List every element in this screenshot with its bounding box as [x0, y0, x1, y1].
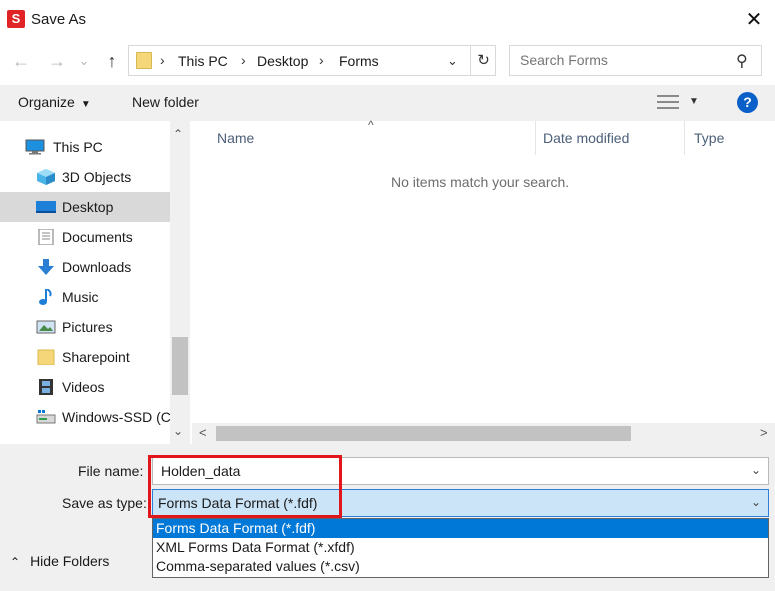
view-options-icon[interactable]	[657, 93, 681, 111]
forward-arrow-icon[interactable]: →	[44, 48, 70, 74]
title-bar: S Save As ✕	[0, 0, 775, 40]
chevron-up-icon: ⌃	[10, 555, 21, 569]
file-name-label: File name:	[78, 463, 144, 479]
cube-icon	[37, 169, 55, 185]
computer-icon	[25, 139, 45, 155]
folder-icon	[136, 52, 152, 69]
refresh-icon[interactable]: ↻	[470, 46, 496, 75]
horizontal-scrollbar[interactable]: < >	[192, 423, 775, 444]
scroll-left-icon[interactable]: <	[199, 425, 207, 440]
sidebar-item-label: Desktop	[62, 199, 114, 215]
folder-icon	[37, 349, 55, 365]
chevron-down-icon[interactable]: ⌄	[751, 463, 761, 477]
dropdown-option-fdf[interactable]: Forms Data Format (*.fdf)	[153, 519, 768, 538]
sidebar-item-windows-ssd[interactable]: Windows-SSD (C	[0, 402, 171, 432]
sidebar-item-music[interactable]: Music	[0, 282, 170, 312]
breadcrumb-this-pc[interactable]: This PC	[178, 53, 228, 69]
chevron-down-icon[interactable]: ⌄	[751, 495, 761, 509]
up-arrow-icon[interactable]: ↑	[99, 48, 125, 74]
sidebar-item-label: This PC	[53, 139, 103, 155]
breadcrumb-separator: ›	[160, 52, 165, 68]
pictures-icon	[36, 320, 56, 334]
save-as-type-dropdown-list: Forms Data Format (*.fdf) XML Forms Data…	[152, 518, 769, 578]
hide-folders-button[interactable]: ⌃ Hide Folders	[10, 553, 109, 569]
scrollbar-thumb[interactable]	[172, 337, 188, 395]
empty-folder-message: No items match your search.	[391, 174, 570, 190]
column-header-name[interactable]: Name	[217, 130, 254, 146]
save-form-area: File name: ⌄ Save as type: Forms Data Fo…	[0, 444, 775, 591]
save-as-dialog: S Save As ✕ ← → ⌄ ↑ › This PC › Desktop …	[0, 0, 775, 591]
desktop-icon	[36, 201, 56, 213]
save-as-type-label: Save as type:	[62, 495, 147, 511]
search-box[interactable]: ⚲	[509, 45, 762, 76]
new-folder-button[interactable]: New folder	[132, 94, 199, 110]
highlight-annotation-box	[148, 455, 342, 518]
caret-down-icon: ▼	[80, 99, 91, 110]
document-icon	[38, 229, 54, 245]
breadcrumb-separator: ›	[241, 52, 246, 68]
recent-locations-icon[interactable]: ⌄	[74, 48, 94, 74]
help-icon[interactable]: ?	[737, 92, 758, 113]
column-divider[interactable]	[684, 121, 685, 155]
breadcrumb-separator: ›	[319, 52, 324, 68]
sidebar-item-documents[interactable]: Documents	[0, 222, 170, 252]
command-toolbar: Organize ▼ New folder ▼ ?	[0, 85, 775, 121]
scroll-down-icon[interactable]: ⌄	[173, 424, 183, 438]
sidebar-item-label: Sharepoint	[62, 349, 130, 365]
music-icon	[39, 289, 52, 305]
navigation-pane: This PC 3D Objects Desktop Documents Dow…	[0, 121, 190, 444]
sort-ascending-icon: ^	[368, 118, 374, 132]
sidebar-item-this-pc[interactable]: This PC	[0, 132, 170, 162]
organize-button[interactable]: Organize ▼	[18, 94, 91, 110]
view-caret-icon[interactable]: ▼	[689, 96, 699, 107]
address-bar[interactable]: › This PC › Desktop › Forms ⌄ ↻	[128, 45, 496, 76]
sidebar-scrollbar[interactable]: ⌃ ⌄	[170, 121, 190, 444]
scroll-up-icon[interactable]: ⌃	[173, 127, 183, 141]
app-logo-icon: S	[7, 10, 25, 28]
close-icon[interactable]: ✕	[740, 6, 768, 34]
back-arrow-icon[interactable]: ←	[8, 48, 34, 74]
dropdown-option-xfdf[interactable]: XML Forms Data Format (*.xfdf)	[153, 538, 768, 557]
column-header-type[interactable]: Type	[694, 130, 724, 146]
scrollbar-thumb[interactable]	[216, 426, 631, 441]
sidebar-item-label: Windows-SSD (C	[62, 409, 171, 425]
column-divider[interactable]	[535, 121, 536, 155]
download-icon	[38, 259, 54, 275]
sidebar-item-videos[interactable]: Videos	[0, 372, 170, 402]
breadcrumb-forms[interactable]: Forms	[339, 53, 379, 69]
sidebar-item-sharepoint[interactable]: Sharepoint	[0, 342, 170, 372]
search-icon[interactable]: ⚲	[736, 51, 748, 71]
hide-folders-label: Hide Folders	[30, 553, 110, 569]
sidebar-item-label: Downloads	[62, 259, 132, 275]
breadcrumb-desktop[interactable]: Desktop	[257, 53, 308, 69]
chevron-down-icon[interactable]: ⌄	[447, 53, 458, 69]
scroll-right-icon[interactable]: >	[760, 425, 768, 440]
sidebar-item-3d-objects[interactable]: 3D Objects	[0, 162, 170, 192]
window-title: Save As	[31, 11, 87, 28]
column-header-date-modified[interactable]: Date modified	[543, 130, 629, 146]
sidebar-item-downloads[interactable]: Downloads	[0, 252, 170, 282]
organize-label: Organize	[18, 94, 75, 110]
sidebar-item-desktop[interactable]: Desktop	[0, 192, 170, 222]
search-input[interactable]	[520, 52, 730, 68]
sidebar-item-label: Music	[62, 289, 99, 305]
sidebar-item-label: Videos	[62, 379, 105, 395]
sidebar-item-label: Documents	[62, 229, 133, 245]
file-list-pane: ^ Name Date modified Type No items match…	[192, 118, 775, 444]
sidebar-item-label: Pictures	[62, 319, 113, 335]
sidebar-item-label: 3D Objects	[62, 169, 132, 185]
videos-icon	[39, 379, 53, 395]
dropdown-option-csv[interactable]: Comma-separated values (*.csv)	[153, 557, 768, 576]
sidebar-item-pictures[interactable]: Pictures	[0, 312, 170, 342]
drive-icon	[36, 410, 56, 424]
